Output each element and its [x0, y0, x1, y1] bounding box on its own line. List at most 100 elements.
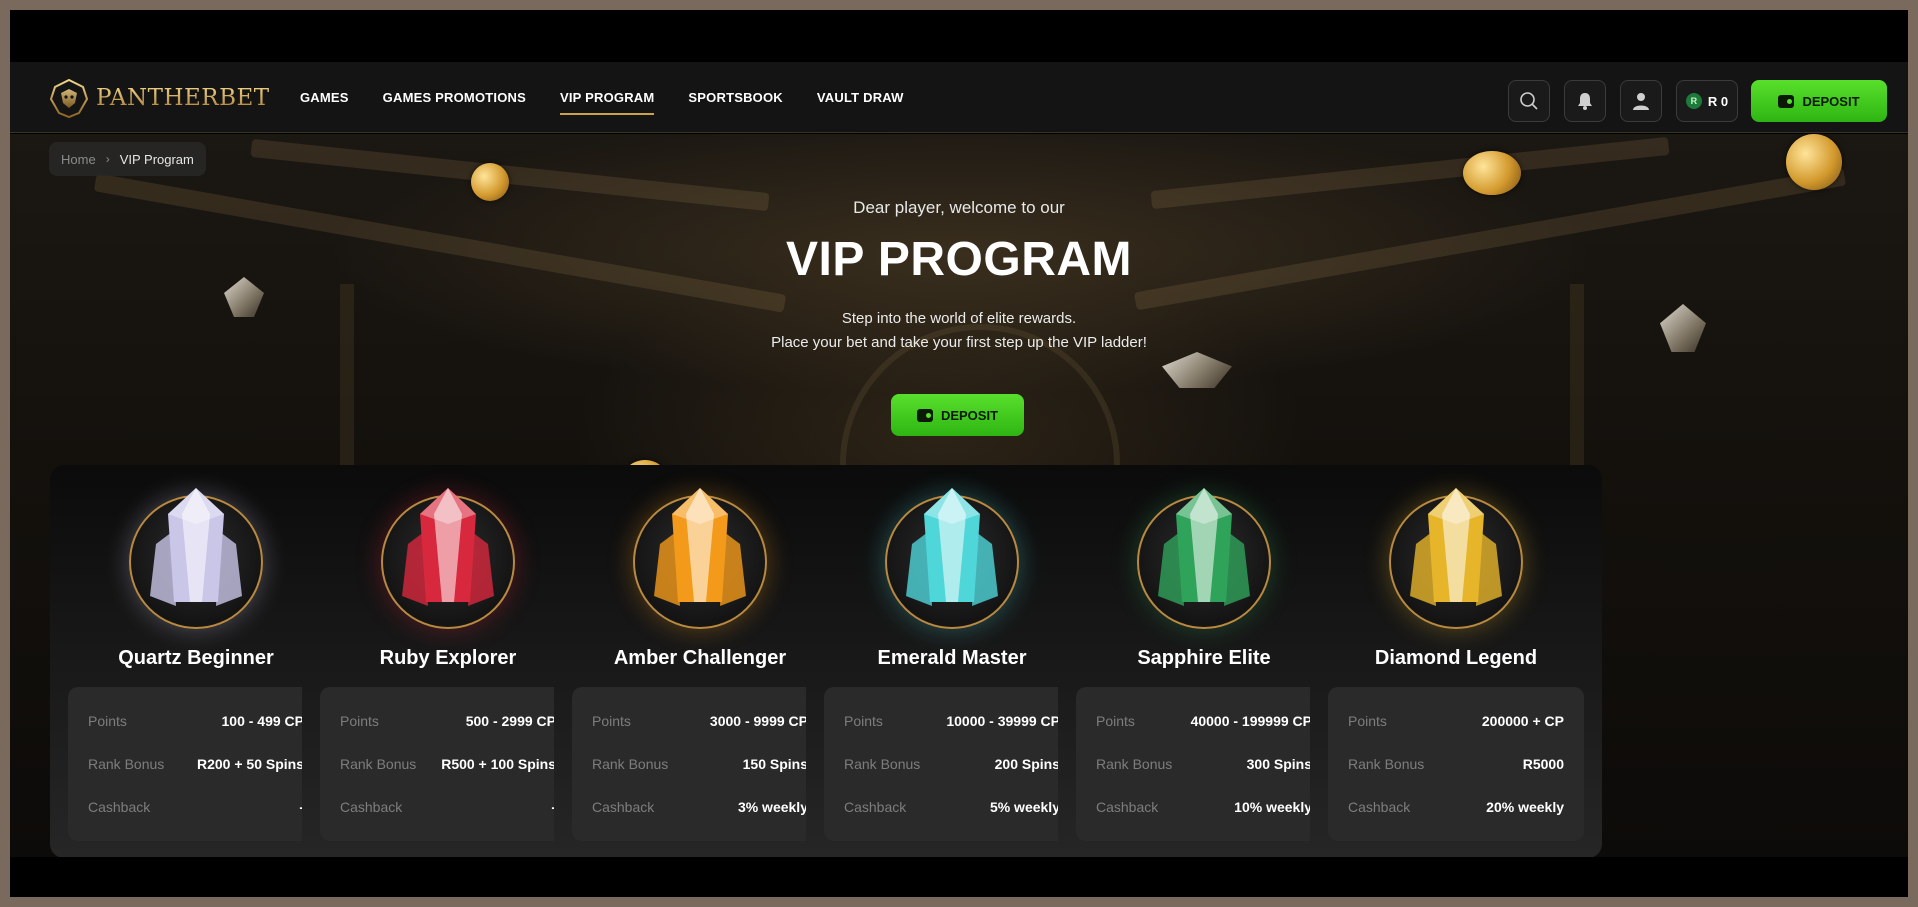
gem-icon	[654, 488, 746, 606]
header-deposit-button[interactable]: DEPOSIT	[1751, 80, 1887, 122]
cashback-label: Cashback	[592, 799, 655, 815]
rank-bonus-label: Rank Bonus	[1096, 756, 1173, 772]
cashback-value: 3% weekly	[737, 799, 808, 815]
tier-bonus-row: Rank Bonus 200 Spins	[844, 754, 1060, 774]
wallet-icon	[916, 408, 933, 422]
tier-cashback-row: Cashback 10% weekly	[1096, 797, 1312, 817]
tier-gem-frame	[885, 488, 1019, 629]
tier-points-row: Points 200000 + CP	[1348, 711, 1564, 731]
tier-name: Ruby Explorer	[379, 647, 517, 669]
notifications-button[interactable]	[1564, 80, 1606, 122]
points-value: 500 - 2999 CP	[465, 713, 556, 729]
tier-cashback-row: Cashback 3% weekly	[592, 797, 808, 817]
tier-points-row: Points 40000 - 199999 CP	[1096, 711, 1312, 731]
hero-welcome: Dear player, welcome to our	[853, 198, 1065, 217]
gem-icon	[1410, 488, 1502, 606]
points-value: 100 - 499 CP	[221, 713, 305, 729]
tier-gem-frame	[1137, 488, 1271, 629]
tier-name: Emerald Master	[877, 647, 1027, 669]
bell-icon	[1578, 93, 1592, 110]
brand-logo[interactable]: PANTHERBET	[48, 76, 270, 120]
tier-card-4: Emerald Master Points 10000 - 39999 CP R…	[806, 465, 1098, 857]
breadcrumb: Home › VIP Program	[49, 142, 206, 176]
points-value: 40000 - 199999 CP	[1190, 713, 1312, 729]
cashback-label: Cashback	[88, 799, 151, 815]
search-icon	[1520, 92, 1538, 110]
top-header: PANTHERBET GAMES GAMES PROMOTIONS VIP PR…	[10, 62, 1908, 133]
tier-gem-frame	[129, 488, 263, 629]
panther-logo-icon	[49, 78, 89, 119]
tier-card-6: Diamond Legend Points 200000 + CP Rank B…	[1310, 465, 1602, 857]
tier-gem-frame	[633, 488, 767, 629]
tier-card-1: Quartz Beginner Points 100 - 499 CP Rank…	[50, 465, 342, 857]
tier-name: Quartz Beginner	[118, 647, 274, 669]
tier-card-2: Ruby Explorer Points 500 - 2999 CP Rank …	[302, 465, 594, 857]
app-frame: PANTHERBET GAMES GAMES PROMOTIONS VIP PR…	[10, 10, 1908, 897]
rank-bonus-value: R200 + 50 Spins	[196, 756, 304, 772]
tier-cashback-row: Cashback 20% weekly	[1348, 797, 1564, 817]
profile-button[interactable]	[1620, 80, 1662, 122]
search-button[interactable]	[1508, 80, 1550, 122]
points-label: Points	[844, 713, 883, 729]
tier-points-row: Points 3000 - 9999 CP	[592, 711, 808, 731]
balance-display[interactable]: R R 0	[1676, 80, 1738, 122]
tier-info-panel: Points 3000 - 9999 CP Rank Bonus 150 Spi…	[572, 687, 828, 841]
tier-info-panel: Points 100 - 499 CP Rank Bonus R200 + 50…	[68, 687, 324, 841]
floating-coin	[1463, 151, 1521, 195]
points-value: 10000 - 39999 CP	[946, 713, 1060, 729]
points-value: 200000 + CP	[1481, 713, 1564, 729]
tier-cashback-row: Cashback 5% weekly	[844, 797, 1060, 817]
tier-info-panel: Points 10000 - 39999 CP Rank Bonus 200 S…	[824, 687, 1080, 841]
points-label: Points	[340, 713, 379, 729]
rank-bonus-value: 200 Spins	[994, 756, 1060, 772]
rank-bonus-value: 300 Spins	[1246, 756, 1312, 772]
hero-subtitle-2: Place your bet and take your first step …	[771, 334, 1147, 351]
tier-name: Amber Challenger	[613, 647, 787, 669]
gem-icon	[1158, 488, 1250, 606]
tier-gem-frame	[381, 488, 515, 629]
tier-bonus-row: Rank Bonus R5000	[1348, 754, 1564, 774]
floating-coin	[471, 163, 509, 201]
main-nav: GAMES GAMES PROMOTIONS VIP PROGRAM SPORT…	[300, 62, 904, 133]
tier-bonus-row: Rank Bonus 300 Spins	[1096, 754, 1312, 774]
cashback-label: Cashback	[1348, 799, 1411, 815]
nav-vip-program[interactable]: VIP PROGRAM	[560, 62, 655, 133]
user-icon	[1633, 93, 1649, 110]
tier-bonus-row: Rank Bonus R500 + 100 Spins	[340, 754, 556, 774]
nav-games[interactable]: GAMES	[300, 62, 349, 133]
tier-bonus-row: Rank Bonus R200 + 50 Spins	[88, 754, 304, 774]
tier-info-panel: Points 500 - 2999 CP Rank Bonus R500 + 1…	[320, 687, 576, 841]
rank-bonus-value: 150 Spins	[742, 756, 808, 772]
points-label: Points	[1096, 713, 1135, 729]
tier-info-panel: Points 40000 - 199999 CP Rank Bonus 300 …	[1076, 687, 1332, 841]
nav-sportsbook[interactable]: SPORTSBOOK	[688, 62, 782, 133]
brand-name: PANTHERBET	[96, 85, 270, 111]
tier-name: Sapphire Elite	[1137, 647, 1271, 669]
tier-points-row: Points 100 - 499 CP	[88, 711, 304, 731]
page-title: VIP PROGRAM	[786, 233, 1132, 286]
chevron-right-icon: ›	[105, 152, 110, 166]
rank-bonus-label: Rank Bonus	[844, 756, 921, 772]
gem-icon	[906, 488, 998, 606]
nav-games-promotions[interactable]: GAMES PROMOTIONS	[383, 62, 526, 133]
hero-deposit-button[interactable]: DEPOSIT	[891, 394, 1024, 436]
vip-tiers: Quartz Beginner Points 100 - 499 CP Rank…	[50, 465, 1868, 857]
tier-card-3: Amber Challenger Points 3000 - 9999 CP R…	[554, 465, 846, 857]
points-label: Points	[592, 713, 631, 729]
rank-bonus-value: R5000	[1522, 756, 1564, 772]
tier-gem-frame	[1389, 488, 1523, 629]
points-value: 3000 - 9999 CP	[709, 713, 808, 729]
rank-bonus-label: Rank Bonus	[88, 756, 165, 772]
points-label: Points	[88, 713, 127, 729]
tier-cashback-row: Cashback -	[340, 797, 556, 817]
floating-diamond	[1162, 352, 1232, 388]
gem-icon	[150, 488, 242, 606]
hero-subtitle-1: Step into the world of elite rewards.	[841, 310, 1077, 327]
rank-bonus-label: Rank Bonus	[592, 756, 669, 772]
cashback-value: 20% weekly	[1486, 799, 1564, 815]
rank-bonus-label: Rank Bonus	[340, 756, 417, 772]
nav-vault-draw[interactable]: VAULT DRAW	[817, 62, 904, 133]
tier-bonus-row: Rank Bonus 150 Spins	[592, 754, 808, 774]
cashback-value: 5% weekly	[989, 799, 1060, 815]
breadcrumb-home[interactable]: Home	[61, 152, 96, 167]
